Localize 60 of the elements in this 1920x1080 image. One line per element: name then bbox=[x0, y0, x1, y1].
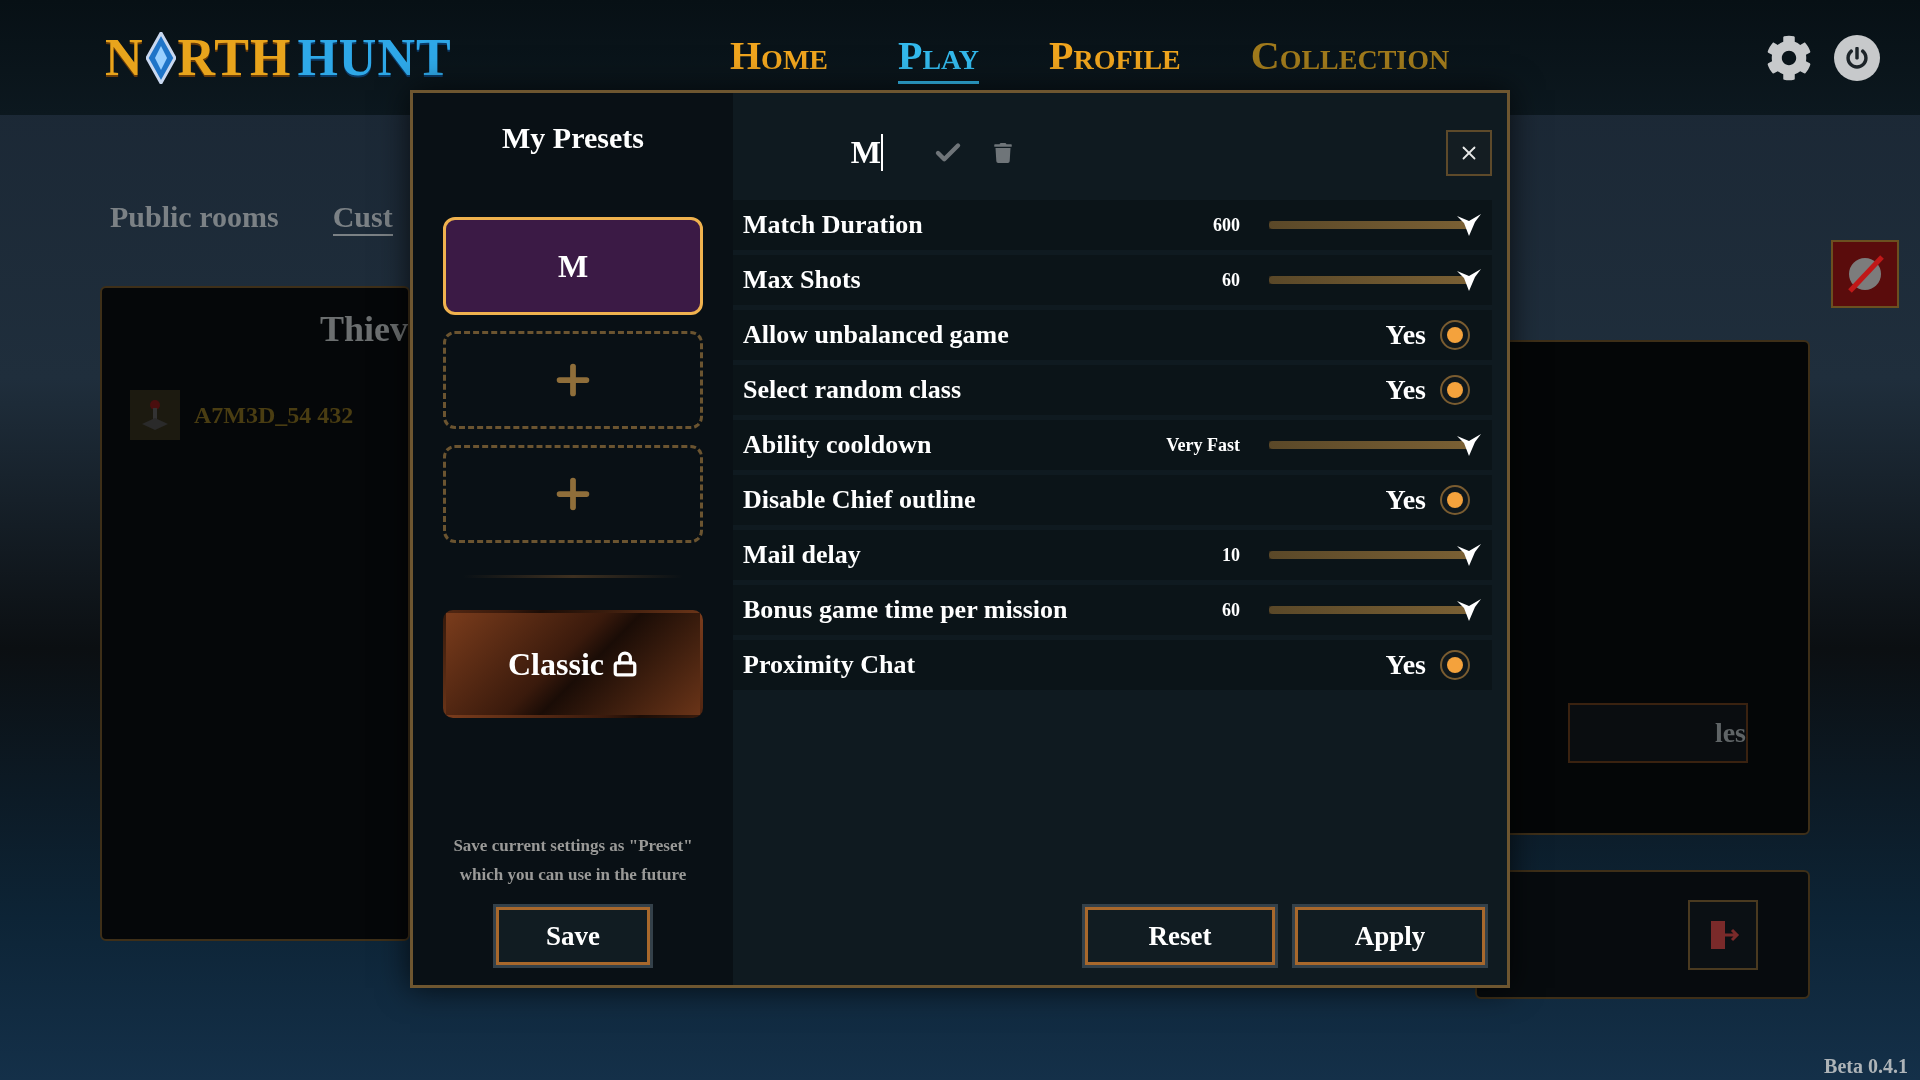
logo: N RTHHUNT bbox=[105, 28, 453, 87]
dialog-title: My Presets bbox=[502, 121, 644, 155]
globe-off-button[interactable] bbox=[1831, 240, 1899, 308]
toggle-radio[interactable] bbox=[1440, 485, 1470, 515]
background-tab[interactable]: Public rooms bbox=[110, 200, 279, 236]
slider-thumb-icon[interactable] bbox=[1456, 598, 1482, 622]
setting-value: Yes bbox=[1385, 374, 1426, 406]
toggle-dot bbox=[1447, 492, 1463, 508]
setting-label: Mail delay bbox=[743, 540, 862, 570]
slider-thumb-icon[interactable] bbox=[1456, 433, 1482, 457]
setting-value: Yes bbox=[1385, 649, 1426, 681]
gem-icon bbox=[145, 31, 176, 84]
toggle-radio[interactable] bbox=[1440, 375, 1470, 405]
panel-title: Thiev bbox=[320, 308, 408, 350]
slider-thumb-icon[interactable] bbox=[1456, 213, 1482, 237]
save-button[interactable]: Save bbox=[496, 907, 650, 965]
setting-value: 60 bbox=[1221, 269, 1240, 291]
slider-thumb-icon[interactable] bbox=[1456, 268, 1482, 292]
dialog-button[interactable]: Apply bbox=[1295, 907, 1485, 965]
nav-link[interactable]: Play bbox=[898, 31, 979, 84]
setting-value: 60 bbox=[1221, 599, 1240, 621]
toggle-radio[interactable] bbox=[1440, 650, 1470, 680]
add-preset-slot[interactable] bbox=[443, 331, 703, 429]
dialog-button[interactable]: Reset bbox=[1085, 907, 1275, 965]
setting-label: Proximity Chat bbox=[743, 650, 917, 680]
setting-label: Max Shots bbox=[743, 265, 862, 295]
nav-link[interactable]: Home bbox=[730, 31, 828, 84]
setting-value: 600 bbox=[1212, 214, 1240, 236]
setting-value: Yes bbox=[1385, 319, 1426, 351]
power-button[interactable] bbox=[1834, 34, 1880, 81]
version-label: Beta 0.4.1 bbox=[1824, 1055, 1908, 1078]
lock-icon bbox=[612, 651, 638, 677]
toggle-dot bbox=[1447, 657, 1463, 673]
preset-name-field[interactable]: M bbox=[811, 134, 883, 171]
setting-label: Match Duration bbox=[743, 210, 924, 240]
save-hint: Save current settings as "Preset" which you can use in the future bbox=[452, 835, 694, 886]
preset-card[interactable]: M bbox=[443, 217, 703, 315]
toggle-dot bbox=[1447, 327, 1463, 343]
room-name: A7M3D_54 432 bbox=[194, 401, 354, 429]
nav-link[interactable]: Profile bbox=[1049, 31, 1181, 84]
slider-thumb-icon[interactable] bbox=[1456, 543, 1482, 567]
setting-label: Disable Chief outline bbox=[743, 485, 977, 515]
toggle-dot bbox=[1447, 382, 1463, 398]
power-icon bbox=[1846, 46, 1868, 69]
joystick-icon bbox=[130, 390, 180, 440]
close-button[interactable] bbox=[1446, 129, 1492, 176]
add-preset-slot[interactable] bbox=[443, 445, 703, 543]
setting-label: Allow unbalanced game bbox=[743, 320, 1010, 350]
background-tab[interactable]: Cust bbox=[332, 200, 393, 236]
toggle-radio[interactable] bbox=[1440, 320, 1470, 350]
setting-value: 10 bbox=[1221, 544, 1240, 566]
setting-value: Yes bbox=[1385, 484, 1426, 516]
settings-icon[interactable] bbox=[1766, 34, 1812, 81]
setting-label: Select random class bbox=[743, 375, 963, 405]
setting-label: Ability cooldown bbox=[743, 430, 933, 460]
trash-icon[interactable] bbox=[993, 142, 1013, 163]
setting-value: Very Fast bbox=[1165, 434, 1240, 456]
preset-photo-card[interactable]: Classic bbox=[443, 610, 703, 718]
preset-label: Classic bbox=[508, 645, 604, 683]
setting-label: Bonus game time per mission bbox=[743, 595, 1069, 625]
